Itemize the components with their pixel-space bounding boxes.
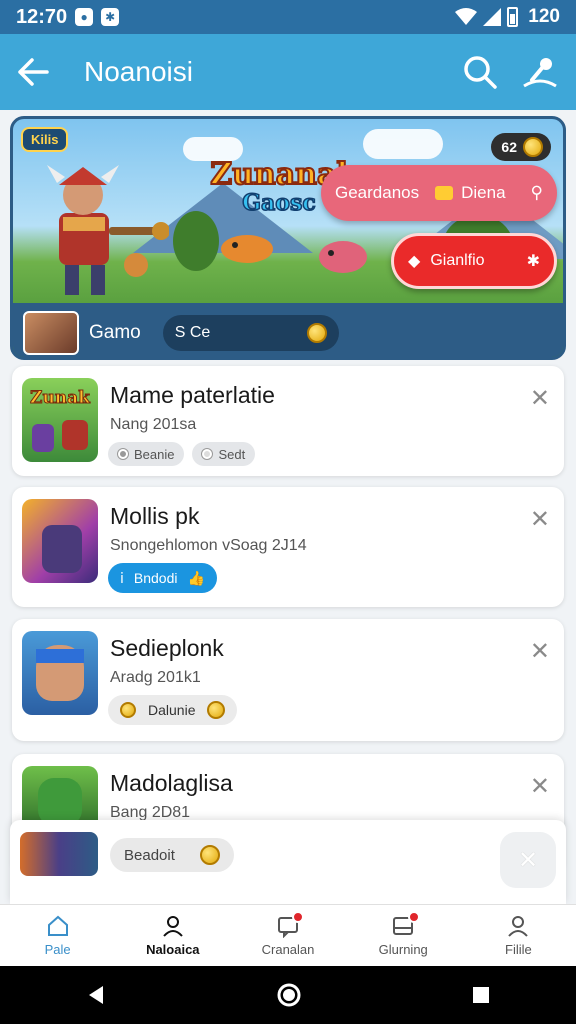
diamond-icon: ◆ <box>408 253 421 270</box>
creature-art <box>221 235 273 263</box>
nav-label: Pale <box>44 942 71 957</box>
list-item[interactable]: Zunak Mame paterlatie Nang 201sa Beanie … <box>12 366 564 476</box>
mini-action-button[interactable]: Beadoit <box>110 838 234 872</box>
mini-action-label: Beadoit <box>124 846 175 864</box>
coin-counter[interactable]: 62 <box>491 133 551 161</box>
tree-decoration <box>173 211 219 271</box>
game-icon <box>22 631 98 715</box>
tag-label: Beanie <box>134 446 175 462</box>
bottom-navigation: Pale Naloaica Cranalan Glurning Filile <box>0 904 576 966</box>
system-navigation-bar <box>0 966 576 1024</box>
game-thumbnail[interactable] <box>23 311 79 355</box>
edit-icon[interactable] <box>520 54 560 90</box>
banner-game-label: Gamo <box>89 322 141 343</box>
game-icon: Zunak <box>22 378 98 462</box>
banner-footer: Gamo S Ce <box>13 303 563 357</box>
coin-icon <box>306 323 327 343</box>
list-item-title: Mollis pk <box>110 503 200 529</box>
list-item-subtitle: Nang 201sa <box>110 416 197 433</box>
recents-square-icon[interactable] <box>471 985 491 1005</box>
creature-art <box>319 241 367 273</box>
wifi-icon <box>455 8 478 25</box>
game-icon <box>22 499 98 583</box>
app-bar: Noanoisi <box>0 34 576 110</box>
list-item[interactable]: Mollis pk Snongehlomon vSoag 2J14 ⅰ Bndo… <box>12 487 564 607</box>
back-arrow-icon[interactable] <box>16 57 50 87</box>
action-button-label: Dalunie <box>148 702 196 718</box>
coin-icon <box>120 702 136 718</box>
action-button[interactable]: ⅰ Bndodi 👍 <box>108 563 217 593</box>
nav-item-user[interactable]: Naloaica <box>115 905 230 966</box>
tag-chip[interactable]: Beanie <box>108 442 185 466</box>
info-icon: ⅰ <box>120 569 124 586</box>
thumb-icon: 👍 <box>187 569 205 586</box>
close-icon[interactable]: ✕ <box>530 772 550 801</box>
search-icon[interactable] <box>462 54 498 90</box>
nav-label: Naloaica <box>146 942 200 957</box>
back-triangle-icon[interactable] <box>85 984 107 1006</box>
game-icon-title: Zunak <box>30 388 91 409</box>
warrior-character-art <box>47 165 169 295</box>
list-item-title: Sedieplonk <box>110 635 224 661</box>
featured-banner[interactable]: Zunanal Gaosc Kilis 62 Geardanos Diena ⚲… <box>10 116 566 360</box>
nav-item-home[interactable]: Pale <box>0 905 115 966</box>
action-button[interactable]: Dalunie <box>108 695 238 725</box>
list-item-title: Mame paterlatie <box>110 382 275 408</box>
list-item[interactable]: Sedieplonk Aradg 201k1 Dalunie ✕ <box>12 619 564 741</box>
mini-player-bar[interactable]: Beadoit ✕ <box>10 820 566 904</box>
list-item-subtitle: Snongehlomon vSoag 2J14 <box>110 537 307 554</box>
battery-icon <box>507 7 519 27</box>
banner-input-text: S Ce <box>174 324 211 341</box>
notification-badge <box>407 911 420 923</box>
settings-notification-icon: ✱ <box>101 8 120 26</box>
notification-badge <box>292 911 305 923</box>
event-button[interactable]: Geardanos Diena ⚲ <box>321 165 557 221</box>
list-item-title: Madolaglisa <box>110 770 233 796</box>
action-button-label: Bndodi <box>133 570 178 586</box>
signal-icon <box>483 8 502 26</box>
coin-count: 62 <box>501 139 517 155</box>
profile-icon <box>508 916 529 937</box>
banner-input[interactable]: S Ce <box>162 315 339 351</box>
tag-chip: Kilis <box>21 127 69 152</box>
event-sublabel: Diena <box>461 183 506 202</box>
coin-icon <box>200 845 220 865</box>
event-label: Geardanos <box>335 183 420 202</box>
status-time: 12:70 <box>16 5 68 28</box>
user-icon <box>163 916 183 937</box>
coin-icon <box>523 137 543 157</box>
chest-icon <box>435 186 454 200</box>
nav-label: Filile <box>505 942 532 957</box>
location-pin-icon: ⚲ <box>530 183 543 202</box>
game-thumbnail[interactable] <box>20 832 98 876</box>
page-title: Noanoisi <box>84 56 193 87</box>
nav-label: Glurning <box>378 942 428 957</box>
coin-icon <box>207 701 226 719</box>
pet-art <box>124 253 148 277</box>
nav-label: Cranalan <box>261 942 315 957</box>
list-item-subtitle: Aradg 201k1 <box>110 669 201 686</box>
close-icon[interactable]: ✕ <box>530 384 550 413</box>
tag-label: Sedt <box>218 446 246 462</box>
nav-item-chat[interactable]: Cranalan <box>230 905 345 966</box>
play-label: Gianlfio <box>430 252 485 269</box>
nav-item-inbox[interactable]: Glurning <box>346 905 461 966</box>
gear-icon: ✱ <box>526 253 540 270</box>
tag-chip[interactable]: Sedt <box>192 442 256 466</box>
play-button[interactable]: ◆ Gianlfio ✱ <box>391 233 557 289</box>
home-icon <box>47 915 68 936</box>
close-button[interactable]: ✕ <box>500 832 556 888</box>
battery-level: 120 <box>528 6 560 27</box>
notification-icon: ● <box>75 8 94 26</box>
close-icon[interactable]: ✕ <box>530 505 550 534</box>
status-bar: 12:70 ● ✱ 120 <box>0 0 576 34</box>
close-icon[interactable]: ✕ <box>530 637 550 666</box>
cloud-decoration <box>363 129 443 159</box>
nav-item-profile[interactable]: Filile <box>461 905 576 966</box>
home-circle-icon[interactable] <box>276 982 302 1008</box>
